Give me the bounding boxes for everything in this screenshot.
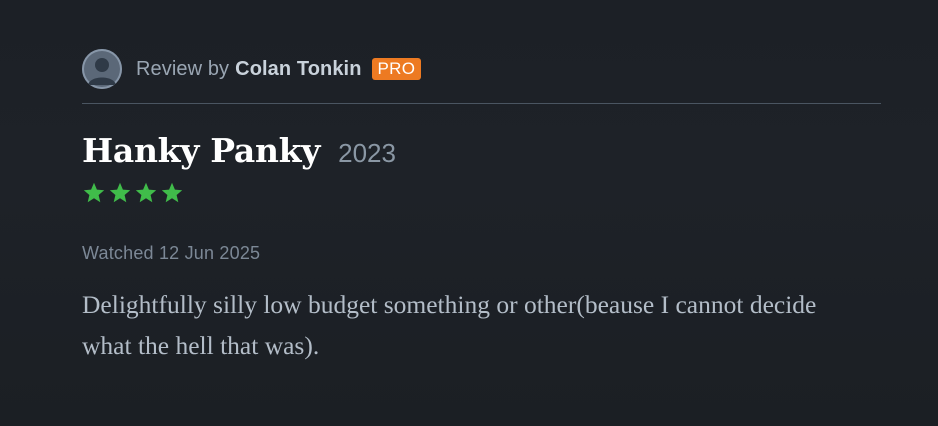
reviewer-name-link[interactable]: Colan Tonkin	[235, 58, 361, 80]
user-avatar-icon[interactable]	[82, 49, 122, 89]
watched-date: Watched 12 Jun 2025	[82, 243, 261, 263]
star-icon	[109, 182, 131, 203]
byline-text: Review by Colan Tonkin PRO	[136, 57, 422, 81]
star-icon	[83, 182, 105, 203]
star-rating	[82, 181, 881, 207]
review-card: Review by Colan Tonkin PRO Hanky Panky 202…	[82, 48, 881, 366]
film-title-link[interactable]: Hanky Panky	[82, 131, 320, 170]
review-byline: Review by Colan Tonkin PRO	[82, 48, 881, 90]
star-icon	[161, 182, 183, 203]
review-body-text: Delightfully silly low budget something …	[82, 290, 817, 360]
byline-prefix: Review by	[136, 57, 230, 80]
divider	[82, 103, 881, 104]
pro-badge: PRO	[371, 57, 422, 80]
star-icon	[135, 182, 157, 203]
film-heading: Hanky Panky 2023	[82, 131, 881, 175]
film-year-link[interactable]: 2023	[338, 138, 396, 169]
